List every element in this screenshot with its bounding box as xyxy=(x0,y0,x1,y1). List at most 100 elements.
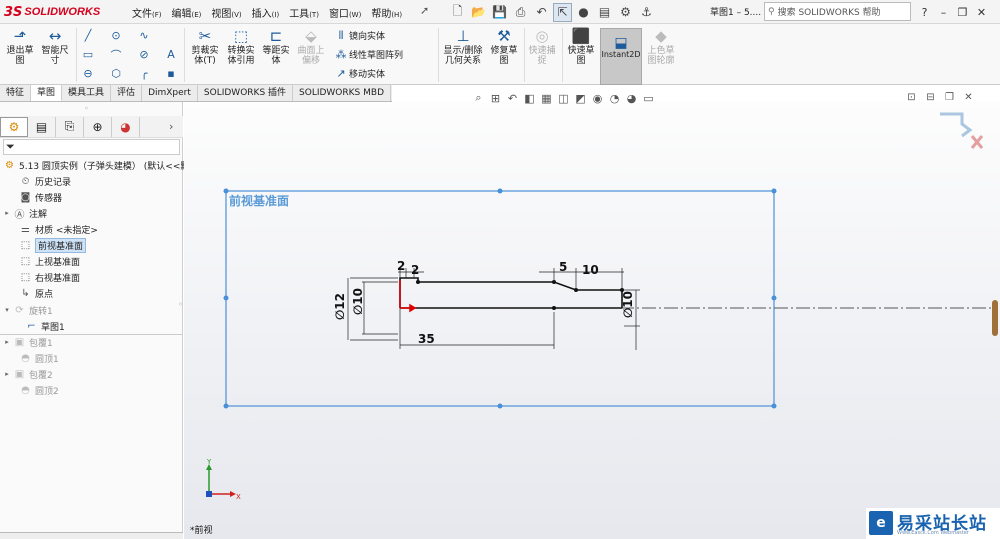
display-delete-relations-button[interactable]: ⊥ 显示/删除几何关系 xyxy=(442,26,484,67)
expand-icon[interactable]: ▸ xyxy=(2,370,12,378)
solidworks-logo[interactable]: 3S SOLIDWORKS xyxy=(4,3,100,21)
sketch-canvas[interactable]: 前视基准面 2 2 5 10 35 ∅12 ∅10 ∅10 Y X xyxy=(184,102,1000,539)
offset-entities-button[interactable]: ⊏ 等距实体 xyxy=(260,26,292,67)
menu-help[interactable]: 帮助(H) xyxy=(371,5,402,20)
tree-item-history[interactable]: ⏲ 历史记录 xyxy=(8,173,71,189)
property-manager-tab-icon[interactable]: ▤ xyxy=(28,116,56,137)
quick-snaps-button[interactable]: ◎ 快速捕捉 xyxy=(526,26,558,67)
tree-item-wrap2[interactable]: ▸ ▣ 包覆2 xyxy=(2,366,53,382)
convert-entities-button[interactable]: ⬚ 转换实体引用 xyxy=(224,26,258,67)
sketch-profile[interactable] xyxy=(399,277,623,308)
tree-item-right-plane[interactable]: ⬚ 右视基准面 xyxy=(8,269,80,285)
menu-file[interactable]: 文件(F) xyxy=(132,5,162,20)
dim-5[interactable]: 5 xyxy=(559,260,567,274)
anchor-icon[interactable]: ⚓ xyxy=(637,3,656,22)
exit-sketch-button[interactable]: ⬏ 退出草图 xyxy=(4,26,36,67)
tree-item-top-plane[interactable]: ⬚ 上视基准面 xyxy=(8,253,80,269)
tree-item-sensors[interactable]: ◙ 传感器 xyxy=(8,189,62,205)
help-question-icon[interactable]: ? xyxy=(915,6,934,19)
rectangle-tool[interactable]: ▭ xyxy=(80,46,96,63)
file-properties-icon[interactable]: ▤ xyxy=(595,3,614,22)
panel-collapse-handle[interactable]: ◦ xyxy=(84,104,89,113)
dim-diameter-10-right[interactable]: ∅10 xyxy=(621,291,635,318)
fillet-tool[interactable]: ╭ xyxy=(136,65,152,82)
traffic-light-icon[interactable]: ● xyxy=(574,3,593,22)
tab-mbd[interactable]: SOLIDWORKS MBD xyxy=(293,85,391,101)
undo-icon[interactable]: ↶ xyxy=(532,3,551,22)
menu-edit[interactable]: 编辑(E) xyxy=(172,5,202,20)
tree-item-wrap1[interactable]: ▸ ▣ 包覆1 xyxy=(2,334,53,350)
tree-item-origin[interactable]: ↳ 原点 xyxy=(8,285,53,301)
dim-2-a[interactable]: 2 xyxy=(397,259,405,273)
collapse-icon[interactable]: ▾ xyxy=(2,306,12,314)
help-search-input[interactable]: ⚲ 搜索 SOLIDWORKS 帮助 xyxy=(764,2,911,21)
dimxpert-manager-tab-icon[interactable]: ⊕ xyxy=(84,116,112,137)
tree-item-front-plane[interactable]: ⬚ 前视基准面 xyxy=(8,237,87,253)
tab-evaluate[interactable]: 评估 xyxy=(111,85,143,101)
tab-mold-tools[interactable]: 模具工具 xyxy=(62,85,112,101)
filter-icon[interactable]: ⏷ xyxy=(3,139,180,155)
tab-dimxpert[interactable]: DimXpert xyxy=(142,85,198,101)
point-tool[interactable]: ▪ xyxy=(163,65,179,82)
tree-item-material[interactable]: ⚌ 材质 <未指定> xyxy=(8,221,98,237)
configuration-manager-tab-icon[interactable]: ⎘ xyxy=(56,116,84,137)
expand-icon[interactable]: ▸ xyxy=(2,209,12,217)
display-manager-tab-icon[interactable]: ◕ xyxy=(112,116,140,137)
text-tool[interactable]: A xyxy=(163,46,179,63)
dim-10-horizontal[interactable]: 10 xyxy=(582,263,599,277)
arc-tool[interactable]: ⌒ xyxy=(108,46,124,63)
tab-addins[interactable]: SOLIDWORKS 插件 xyxy=(197,85,294,101)
tree-item-dome2[interactable]: ◓ 圆顶2 xyxy=(8,382,59,398)
options-gear-icon[interactable]: ⚙ xyxy=(616,3,635,22)
line-tool[interactable]: ╱ xyxy=(80,27,96,44)
move-entities-button[interactable]: ↗ 移动实体 xyxy=(333,65,385,82)
save-icon[interactable]: 💾 xyxy=(490,3,509,22)
select-pointer-icon[interactable]: ⇱ xyxy=(553,2,572,22)
front-plane-boundary[interactable] xyxy=(225,190,775,407)
smart-dimension-button[interactable]: ↔ 智能尺寸 xyxy=(38,26,72,67)
instant2d-label: Instant2D xyxy=(601,50,641,59)
open-folder-icon[interactable]: 📂 xyxy=(469,3,488,22)
offset-on-surface-button[interactable]: ⬙ 曲面上偏移 xyxy=(294,26,328,67)
tree-item-revolve1[interactable]: ▾ ⟳ 旋转1 xyxy=(2,302,53,318)
tree-root-part[interactable]: ⚙ 5.13 圆顶实例（子弹头建模） (默认<<默 xyxy=(2,157,189,173)
tree-item-dome1[interactable]: ◓ 圆顶1 xyxy=(8,350,59,366)
tree-item-sketch1[interactable]: ⌐ 草图1 xyxy=(24,318,64,334)
polygon-tool[interactable]: ⬡ xyxy=(108,65,124,82)
menu-bar: 文件(F) 编辑(E) 视图(V) 插入(I) 工具(T) 窗口(W) 帮助(H… xyxy=(132,0,412,24)
tab-features[interactable]: 特征 xyxy=(0,85,32,101)
chevron-right-icon[interactable]: › xyxy=(169,120,173,133)
dim-35[interactable]: 35 xyxy=(418,332,435,346)
slot-icon: ⊖ xyxy=(83,67,93,80)
mirror-entities-button[interactable]: ⫴ 镜向实体 xyxy=(333,27,385,44)
slot-tool[interactable]: ⊖ xyxy=(80,65,96,82)
linear-pattern-button[interactable]: ⁂ 线性草图阵列 xyxy=(333,46,404,63)
menu-view[interactable]: 视图(V) xyxy=(211,5,241,20)
feature-tree-tab-icon[interactable]: ⚙ xyxy=(0,116,28,137)
print-icon[interactable]: ⎙ xyxy=(511,3,530,22)
menu-insert[interactable]: 插入(I) xyxy=(252,5,280,20)
menu-window[interactable]: 窗口(W) xyxy=(329,5,361,20)
shaded-sketch-contours-button[interactable]: ◆ 上色草图轮廓 xyxy=(644,26,678,67)
close-icon[interactable]: ✕ xyxy=(972,6,991,19)
restore-icon[interactable]: ❐ xyxy=(953,6,972,19)
dim-2-b[interactable]: 2 xyxy=(411,263,419,277)
ellipse-tool[interactable]: ⊘ xyxy=(136,46,152,63)
dim-diameter-12[interactable]: ∅12 xyxy=(333,293,347,320)
spline-tool[interactable]: ∿ xyxy=(136,27,152,44)
expand-icon[interactable]: ▸ xyxy=(2,338,12,346)
menu-tools[interactable]: 工具(T) xyxy=(289,5,319,20)
relations-icon: ⊥ xyxy=(456,27,470,45)
tab-sketch[interactable]: 草图 xyxy=(31,85,63,101)
repair-sketch-button[interactable]: ⚒ 修复草图 xyxy=(488,26,520,67)
dim-diameter-10-left[interactable]: ∅10 xyxy=(351,288,365,315)
centerline-endpoint-marker[interactable] xyxy=(992,300,998,336)
tree-item-annotations[interactable]: ▸ Ⓐ 注解 xyxy=(2,205,47,221)
new-document-icon[interactable]: 🗋 xyxy=(448,3,467,22)
rapid-sketch-button[interactable]: ⬛ 快速草图 xyxy=(564,26,598,67)
plane-handles[interactable] xyxy=(223,188,777,409)
minimize-icon[interactable]: – xyxy=(934,6,953,19)
trim-entities-button[interactable]: ✂ 剪裁实体(T) xyxy=(188,26,222,67)
pin-icon[interactable]: ➚ xyxy=(420,4,429,17)
circle-tool[interactable]: ⊙ xyxy=(108,27,124,44)
